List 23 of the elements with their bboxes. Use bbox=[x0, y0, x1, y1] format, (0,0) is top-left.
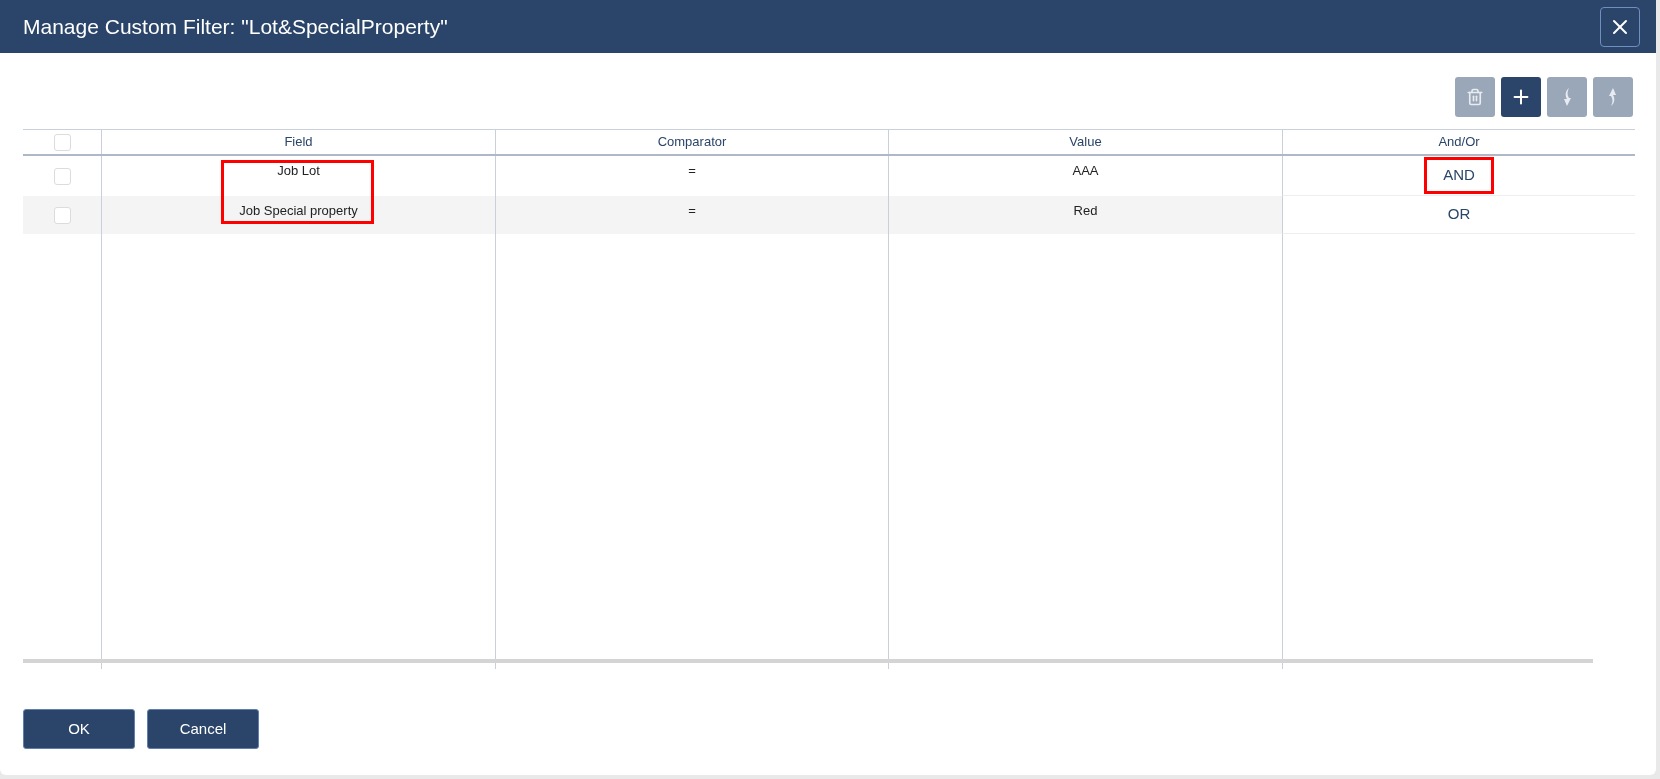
close-button[interactable] bbox=[1600, 6, 1640, 47]
checkbox[interactable] bbox=[53, 167, 71, 185]
curved-arrow-down-icon bbox=[1561, 87, 1573, 107]
column-header: Value bbox=[1069, 133, 1102, 152]
table-cell-text: Red bbox=[1073, 202, 1098, 219]
and-or-value: OR bbox=[1446, 204, 1472, 225]
dialog-title: Manage Custom Filter: "Lot&SpecialProperty" bbox=[23, 13, 448, 40]
column-header: Comparator bbox=[657, 133, 727, 152]
column-header: And/Or bbox=[1438, 133, 1480, 152]
column-header: Field bbox=[284, 133, 313, 152]
toolbar-button[interactable] bbox=[1501, 77, 1541, 117]
trash-icon bbox=[1466, 88, 1484, 106]
dialog-button[interactable]: OK bbox=[23, 709, 135, 749]
table-cell-text: Job Lot bbox=[277, 162, 320, 179]
curved-arrow-up-icon bbox=[1607, 87, 1619, 107]
table-cell-text: Job Special property bbox=[239, 202, 358, 219]
checkbox[interactable] bbox=[53, 206, 71, 224]
table-cell-text: = bbox=[688, 162, 696, 179]
checkbox[interactable] bbox=[53, 133, 71, 151]
dialog-button[interactable]: Cancel bbox=[147, 709, 259, 749]
table-cell-text: = bbox=[688, 202, 696, 219]
and-or-value: AND bbox=[1424, 157, 1494, 194]
table-cell-text: AAA bbox=[1072, 162, 1099, 179]
